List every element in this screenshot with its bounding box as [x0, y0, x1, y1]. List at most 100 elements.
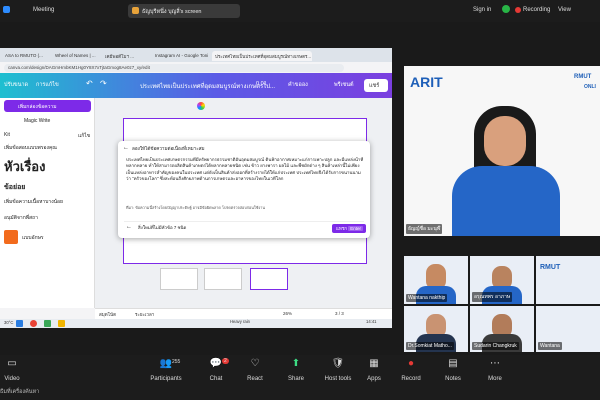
menu-resize[interactable]: การแก้ไข	[36, 81, 59, 89]
recording-label[interactable]: Recording	[523, 7, 550, 13]
participant-tile[interactable]: Wantana nakthip	[404, 256, 468, 304]
sidebar-item[interactable]: อนุมัติจากพี่สถา	[4, 214, 38, 222]
browser-tab[interactable]: Wheel of Names | ...	[52, 51, 98, 61]
add-textbox-label: เพิ่มกล่องข้อความ	[18, 104, 57, 110]
windows-start-icon[interactable]	[16, 320, 23, 327]
video-icon: ▭	[7, 358, 17, 369]
page-counter[interactable]: 3 / 3	[335, 311, 344, 316]
participant-name: Wantana nakthip	[406, 294, 448, 302]
sidebar-item[interactable]: เพิ่มข้อสอบแบบพรองคุณ	[4, 144, 57, 152]
page-thumbnail[interactable]	[204, 268, 242, 290]
page-thumbnail[interactable]	[160, 268, 198, 290]
browser-tab-strip: ASA to RMUTO (... Wheel of Names | ... เ…	[0, 48, 392, 62]
share-label: ธัญบุรีหนึ่ง บุญลี่'s screen	[142, 9, 202, 15]
control-label: Participants	[150, 376, 182, 382]
apps-icon: ▦	[369, 358, 379, 369]
file-explorer-icon[interactable]	[58, 320, 65, 327]
screen-share-indicator[interactable]: ธัญบุรีหนึ่ง บุญลี่'s screen	[128, 4, 240, 18]
system-search-text: ธีมที่เครื่องค้นหา	[0, 389, 40, 395]
sidebar-edit-link[interactable]: แก้ไข	[78, 132, 90, 140]
participant-tile[interactable]: RMUT	[536, 256, 600, 304]
zoom-word: คำขออง	[288, 82, 308, 88]
chat-button[interactable]: 💬 Chat	[196, 358, 236, 382]
redo-icon[interactable]: ↷	[100, 79, 107, 88]
participant-logo: RMUT	[540, 264, 561, 271]
canva-sidebar: เพิ่มกล่องข้อความ Magic Write Kit แก้ไข …	[0, 98, 95, 308]
share-icon: ⬆	[291, 358, 301, 369]
video-button[interactable]: ▭ Video	[0, 358, 32, 382]
sidebar-item[interactable]: เพิ่มข้อความเนื้อหาบางน้อย	[4, 198, 63, 206]
canva-toolbar: ปรับขนาด การแก้ไข ↶ ↷ ประเทศไทยเป็นประเท…	[0, 73, 392, 98]
present-button[interactable]: พรีเซนต์	[334, 81, 354, 89]
chat-badge: 2	[222, 358, 229, 364]
canva-bottom-bar: สมุดโน้ต ระยะเวลา 26% 3 / 3	[95, 308, 392, 319]
participant-name: Wantana	[538, 342, 562, 350]
browser-tab[interactable]: ASA to RMUTO (...	[2, 51, 48, 61]
meeting-label: Meeting	[33, 7, 55, 13]
add-textbox-button[interactable]: เพิ่มกล่องข้อความ	[4, 100, 91, 112]
sidebar-kit-label: Kit	[4, 132, 10, 138]
ai-disclaimer: ที่มา: ข้อความนี้สร้างโดยปัญญาประดิษฐ์ อ…	[126, 206, 265, 210]
undo-icon[interactable]: ↶	[86, 79, 93, 88]
recording-dot-icon	[515, 7, 521, 13]
participant-tile[interactable]: Sudarin Changkruk	[470, 306, 534, 352]
insert-label: แทรก	[336, 226, 348, 231]
notes-icon: ▤	[448, 358, 458, 369]
control-label: Share	[287, 376, 304, 382]
color-picker-icon[interactable]	[197, 102, 205, 110]
page-thumbnail-active[interactable]	[250, 268, 288, 290]
sidebar-item[interactable]: แบบอักษร	[22, 234, 44, 242]
url-field[interactable]: canva.com/design/DAGmHmbKM1Hg0Y8X7xTjtaG…	[4, 64, 344, 72]
share-button[interactable]: แชร์	[364, 79, 388, 92]
arit-logo: ARIT	[410, 74, 454, 96]
control-label: Record	[401, 376, 421, 382]
notes-button[interactable]: ▤ Notes	[433, 358, 473, 382]
magic-write-dialog: ← ลองให้ได้ข้อความต่อเนื่องที่เหมาะสม ปร…	[118, 141, 370, 238]
control-label: More	[488, 376, 502, 382]
participant-tile[interactable]: Wantana	[536, 306, 600, 352]
insert-button[interactable]: แทรก Enter	[332, 224, 366, 233]
windows-taskbar: 30°C Heavy rain 14:41	[0, 319, 392, 328]
document-title[interactable]: ประเทศไทยเป็นประเทศที่อุดมสมบูรณ์ทางเกษต…	[140, 81, 275, 91]
sign-in-link[interactable]: Sign in	[473, 7, 491, 13]
record-button[interactable]: ● Record	[391, 358, 431, 382]
view-button[interactable]: View	[558, 7, 571, 13]
participant-tile[interactable]: อรุณทพร อาภาษ	[470, 256, 534, 304]
more-icon: ⋯	[490, 358, 500, 369]
magic-write-button[interactable]: Magic Write	[24, 118, 50, 124]
react-button[interactable]: ♡ React	[235, 358, 275, 382]
share-button-label: แชร์	[369, 83, 380, 89]
timer-button[interactable]: ระยะเวลา	[135, 311, 154, 318]
logo-sub: RMUT	[574, 74, 592, 80]
participant-name: Dr.Somkiat Matho...	[406, 342, 454, 350]
back-arrow-icon[interactable]: ←	[123, 145, 129, 151]
address-bar: canva.com/design/DAGmHmbKM1Hg0Y8X7xTjtaG…	[0, 62, 392, 73]
browser-tab[interactable]: เคมีพอดีโมฯ ...	[102, 51, 148, 61]
chrome-icon[interactable]	[30, 320, 37, 327]
zoom-level[interactable]: 26%	[283, 311, 292, 316]
font-sample-icon[interactable]	[4, 230, 18, 244]
back-arrow-icon[interactable]: ←	[126, 224, 132, 230]
subheading-sample[interactable]: ข้อย่อย	[4, 182, 25, 193]
zoom-top-bar: Meeting ธัญบุรีหนึ่ง บุญลี่'s screen Sig…	[0, 0, 600, 22]
participant-tile[interactable]: Dr.Somkiat Matho...	[404, 306, 468, 352]
apps-button[interactable]: ▦ Apps	[354, 358, 394, 382]
speaker-video-tile[interactable]: ARIT RMUT ONLI ธัญญ์ชื่อ มะนุฬ์	[404, 66, 600, 236]
taskbar-temp: 30°C	[4, 320, 14, 325]
more-button[interactable]: ⋯ More	[475, 358, 515, 382]
control-label: Apps	[367, 376, 381, 382]
heading-sample[interactable]: หัวเรื่อง	[4, 156, 45, 177]
speaker-face	[484, 116, 526, 166]
share-button[interactable]: ⬆ Share	[276, 358, 316, 382]
menu-file[interactable]: ปรับขนาด	[4, 81, 28, 89]
browser-tab-active[interactable]: ประเทศไทยเป็นประเทศที่อุดมสมบูรณ์ทางเกษต…	[212, 51, 312, 61]
app-icon[interactable]	[44, 320, 51, 327]
new-prompt-text[interactable]: สิ่งใหม่ที่ไม่มีหัวข้อ 7 ชนิด	[138, 225, 186, 231]
browser-tab[interactable]: Instagram AI - Google Tonif	[152, 51, 208, 61]
notes-button[interactable]: สมุดโน้ต	[99, 311, 116, 318]
host-tools-button[interactable]: 🛡 Host tools	[318, 358, 358, 382]
timer-label: 0.01	[256, 81, 267, 87]
taskbar-weather: Heavy rain	[230, 319, 251, 324]
chat-icon: 💬	[209, 358, 223, 369]
insert-shortcut: Enter	[348, 226, 364, 231]
